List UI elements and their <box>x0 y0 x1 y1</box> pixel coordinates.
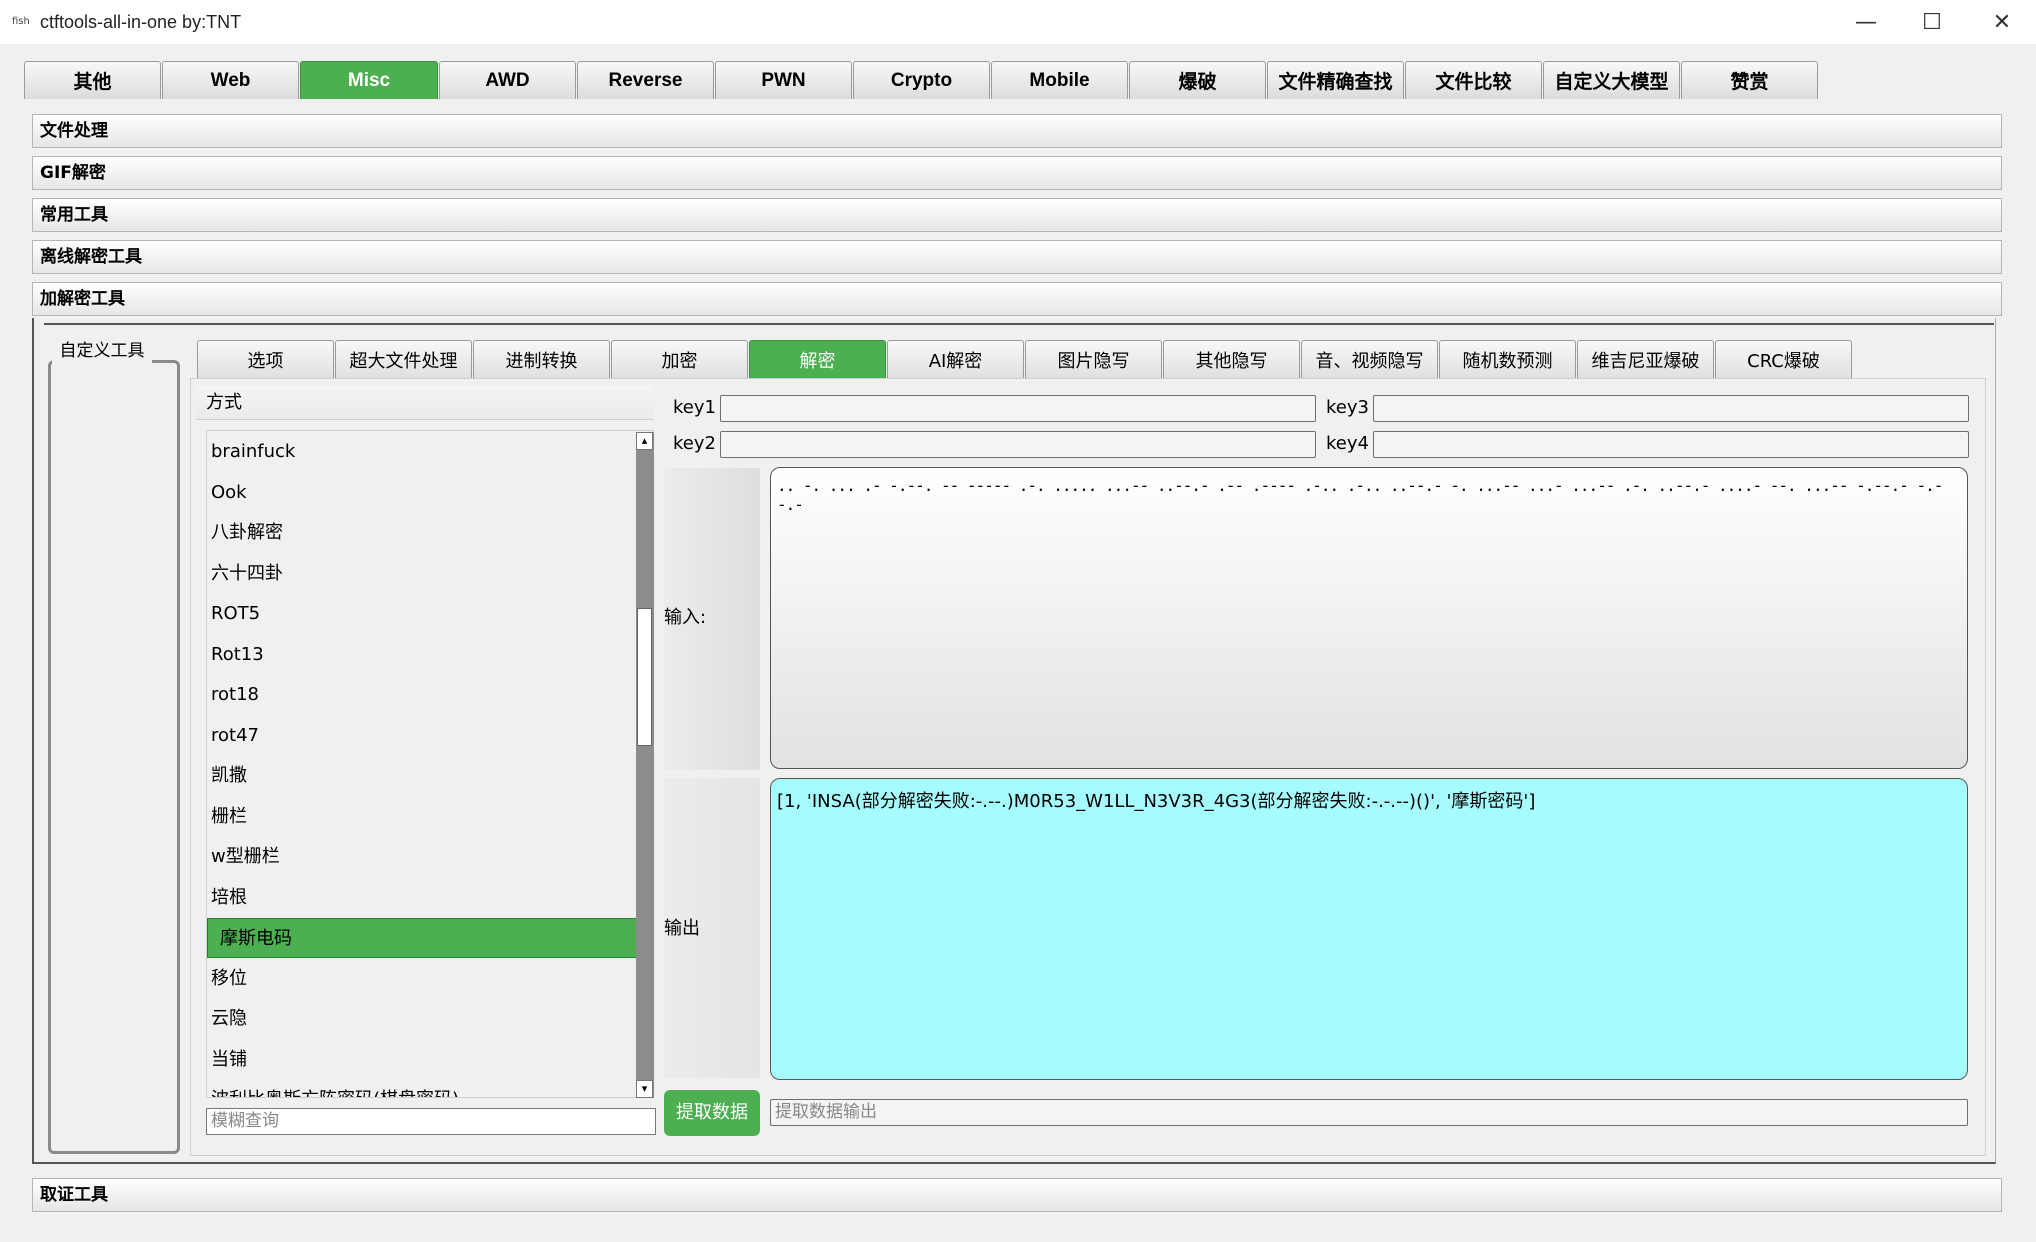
input-label: 输入: <box>664 607 707 628</box>
sub-tab-options[interactable]: 选项 <box>197 340 334 378</box>
window-title: ctftools-all-in-one by:TNT <box>40 12 242 32</box>
method-item[interactable]: Ook <box>207 473 637 513</box>
app-fish-icon: fish <box>12 16 30 27</box>
key3-label: key3 <box>1326 397 1369 418</box>
method-item[interactable]: 移位 <box>207 959 637 999</box>
sub-tab-decrypt[interactable]: 解密 <box>749 340 886 378</box>
key2-input[interactable] <box>720 431 1316 458</box>
sub-tab-image-stego[interactable]: 图片隐写 <box>1025 340 1162 378</box>
main-tab-pwn[interactable]: PWN <box>715 61 852 99</box>
section-offline-decrypt[interactable]: 离线解密工具 <box>32 240 2002 274</box>
method-item[interactable]: 云隐 <box>207 999 637 1039</box>
main-tab-web[interactable]: Web <box>162 61 299 99</box>
output-label: 输出 <box>664 918 700 939</box>
section-gif-decrypt[interactable]: GIF解密 <box>32 156 2002 190</box>
method-item[interactable]: ROT5 <box>207 594 637 634</box>
sub-tab-vigenere-brute[interactable]: 维吉尼亚爆破 <box>1577 340 1714 378</box>
method-item[interactable]: 波利比奥斯方阵密码(棋盘密码) <box>207 1080 637 1097</box>
method-item[interactable]: 当铺 <box>207 1040 637 1080</box>
sub-tab-random-predict[interactable]: 随机数预测 <box>1439 340 1576 378</box>
main-tab-custom-llm[interactable]: 自定义大模型 <box>1543 61 1680 99</box>
main-tab-donate[interactable]: 赞赏 <box>1681 61 1818 99</box>
sub-tab-other-stego[interactable]: 其他隐写 <box>1163 340 1300 378</box>
key3-input[interactable] <box>1373 395 1969 422</box>
method-item[interactable]: 培根 <box>207 878 637 918</box>
main-tab-file-search[interactable]: 文件精确查找 <box>1267 61 1404 99</box>
section-encrypt-decrypt[interactable]: 加解密工具 <box>32 282 2002 316</box>
section-file-processing[interactable]: 文件处理 <box>32 114 2002 148</box>
main-tab-reverse[interactable]: Reverse <box>577 61 714 99</box>
method-item[interactable]: 八卦解密 <box>207 513 637 553</box>
section-forensics-tools[interactable]: 取证工具 <box>32 1178 2002 1212</box>
minimize-button[interactable]: — <box>1830 0 1902 44</box>
main-tab-other[interactable]: 其他 <box>24 61 161 99</box>
method-item[interactable]: 六十四卦 <box>207 554 637 594</box>
sub-tab-base-convert[interactable]: 进制转换 <box>473 340 610 378</box>
method-item[interactable]: rot47 <box>207 716 637 756</box>
method-header: 方式 <box>196 386 654 420</box>
scrollbar-thumb[interactable] <box>637 608 652 746</box>
scroll-up-arrow-icon[interactable]: ▴ <box>636 432 653 450</box>
fuzzy-search-input[interactable]: 模糊查询 <box>206 1108 656 1135</box>
method-item[interactable]: w型栅栏 <box>207 837 637 877</box>
method-item-selected[interactable]: 摩斯电码 <box>207 918 637 958</box>
main-tab-bruteforce[interactable]: 爆破 <box>1129 61 1266 99</box>
key2-label: key2 <box>673 433 716 454</box>
custom-tools-title: 自定义工具 <box>52 338 152 364</box>
title-bar <box>0 0 2036 44</box>
sub-tab-av-stego[interactable]: 音、视频隐写 <box>1301 340 1438 378</box>
main-tab-misc[interactable]: Misc <box>300 61 438 99</box>
close-button[interactable]: ✕ <box>1966 0 2036 44</box>
maximize-button[interactable]: ☐ <box>1896 0 1968 44</box>
method-list[interactable]: brainfuck Ook 八卦解密 六十四卦 ROT5 Rot13 rot18… <box>206 430 654 1098</box>
output-textarea[interactable]: [1, 'INSA(部分解密失败:-.--.)M0R53_W1LL_N3V3R_… <box>770 778 1968 1080</box>
extract-data-button[interactable]: 提取数据 <box>664 1090 760 1136</box>
key1-label: key1 <box>673 397 716 418</box>
section-common-tools[interactable]: 常用工具 <box>32 198 2002 232</box>
method-item[interactable]: 栅栏 <box>207 797 637 837</box>
content-divider <box>44 323 1994 325</box>
sub-tab-encrypt[interactable]: 加密 <box>611 340 748 378</box>
sub-tab-large-file[interactable]: 超大文件处理 <box>335 340 472 378</box>
method-item[interactable]: 凯撒 <box>207 756 637 796</box>
key4-label: key4 <box>1326 433 1369 454</box>
main-tab-crypto[interactable]: Crypto <box>853 61 990 99</box>
sub-tab-ai-decrypt[interactable]: AI解密 <box>887 340 1024 378</box>
main-tab-file-compare[interactable]: 文件比较 <box>1405 61 1542 99</box>
extract-output-field[interactable]: 提取数据输出 <box>770 1099 1968 1126</box>
key1-input[interactable] <box>720 395 1316 422</box>
key4-input[interactable] <box>1373 431 1969 458</box>
custom-tools-groupbox <box>48 360 180 1154</box>
method-item[interactable]: brainfuck <box>207 432 637 472</box>
sub-tab-crc-brute[interactable]: CRC爆破 <box>1715 340 1852 378</box>
scroll-down-arrow-icon[interactable]: ▾ <box>636 1080 653 1098</box>
method-item[interactable]: Rot13 <box>207 635 637 675</box>
method-scrollbar[interactable] <box>636 432 654 1098</box>
method-item[interactable]: rot18 <box>207 675 637 715</box>
main-tab-awd[interactable]: AWD <box>439 61 576 99</box>
input-textarea[interactable]: .. -. ... .- -.--. -- ----- .-. ..... ..… <box>770 467 1968 769</box>
main-tab-mobile[interactable]: Mobile <box>991 61 1128 99</box>
